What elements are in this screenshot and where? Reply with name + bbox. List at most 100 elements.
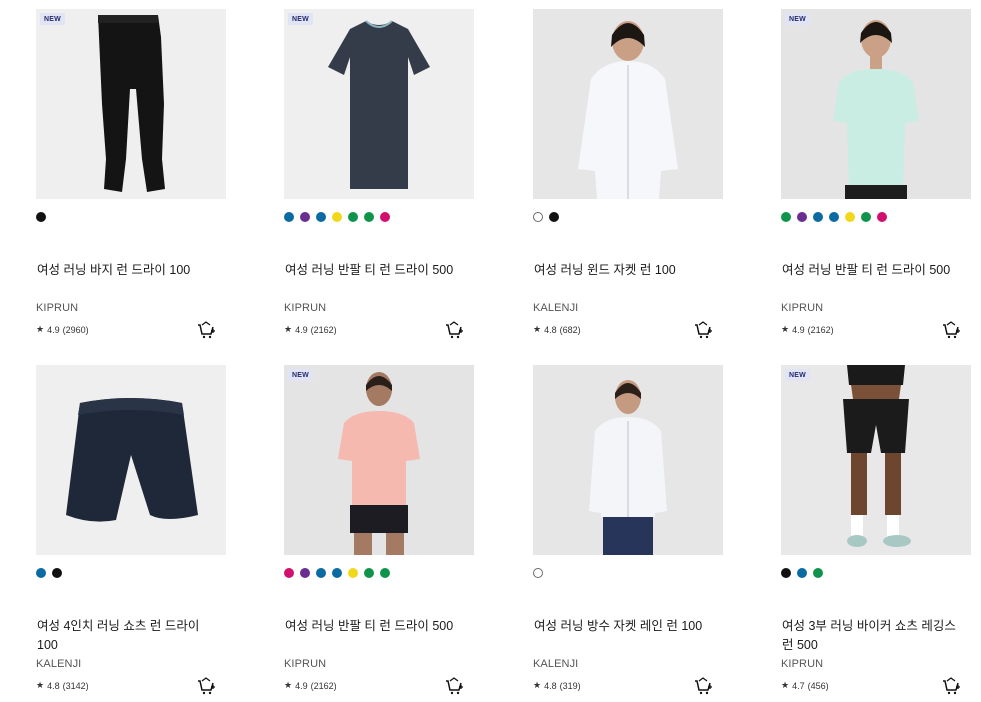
color-swatches: [36, 568, 62, 580]
rating-value: 4.9: [295, 680, 308, 691]
product-image[interactable]: [533, 365, 723, 555]
product-card[interactable]: NEW 여성 3부 러닝 바이커 쇼츠 레깅스 런 500 KIPRUN ★ 4…: [781, 365, 981, 702]
rating-value: 4.9: [47, 324, 60, 335]
review-count: (2162): [310, 680, 337, 691]
review-count: (319): [559, 680, 581, 691]
color-swatch[interactable]: [348, 212, 358, 222]
product-brand: KIPRUN: [781, 302, 824, 314]
color-swatch[interactable]: [829, 212, 839, 222]
product-title[interactable]: 여성 러닝 반팔 티 런 드라이 500: [782, 261, 966, 280]
product-rating: ★ 4.9 (2162): [284, 680, 337, 691]
color-swatches: [781, 212, 887, 224]
add-to-cart-button[interactable]: [941, 320, 961, 340]
product-brand: KIPRUN: [284, 658, 327, 670]
add-to-cart-button[interactable]: [196, 320, 216, 340]
color-swatches: [36, 212, 46, 224]
color-swatch[interactable]: [797, 212, 807, 222]
product-rating: ★ 4.9 (2162): [284, 324, 337, 335]
color-swatch[interactable]: [316, 212, 326, 222]
running-shorts-image: [36, 365, 226, 555]
product-image[interactable]: NEW: [36, 9, 226, 199]
product-card[interactable]: 여성 4인치 러닝 쇼츠 런 드라이 100 KALENJI ★ 4.8 (31…: [36, 365, 236, 702]
color-swatches: [533, 568, 543, 580]
product-card[interactable]: NEW 여성 러닝 반팔 티 런 드라이 500 KIPRUN ★ 4.9 (2…: [284, 365, 484, 702]
color-swatch[interactable]: [36, 212, 46, 222]
product-title[interactable]: 여성 3부 러닝 바이커 쇼츠 레깅스 런 500: [782, 617, 966, 655]
color-swatch[interactable]: [533, 212, 543, 222]
product-image[interactable]: NEW: [284, 9, 474, 199]
product-card[interactable]: 여성 러닝 방수 자켓 레인 런 100 KALENJI ★ 4.8 (319): [533, 365, 733, 702]
color-swatch[interactable]: [877, 212, 887, 222]
add-to-cart-icon: [695, 321, 712, 339]
product-rating: ★ 4.8 (3142): [36, 680, 89, 691]
color-swatch[interactable]: [781, 568, 791, 578]
product-title[interactable]: 여성 러닝 바지 런 드라이 100: [37, 261, 221, 280]
product-card[interactable]: 여성 러닝 윈드 자켓 런 100 KALENJI ★ 4.8 (682): [533, 9, 733, 359]
color-swatch[interactable]: [380, 212, 390, 222]
color-swatches: [533, 212, 559, 224]
add-to-cart-button[interactable]: [693, 320, 713, 340]
color-swatch[interactable]: [300, 212, 310, 222]
color-swatch[interactable]: [300, 568, 310, 578]
product-card[interactable]: NEW 여성 러닝 반팔 티 런 드라이 500 KIPRUN ★ 4.9 (2…: [284, 9, 484, 359]
color-swatch[interactable]: [797, 568, 807, 578]
add-to-cart-button[interactable]: [693, 676, 713, 696]
product-brand: KALENJI: [36, 658, 82, 670]
add-to-cart-button[interactable]: [444, 320, 464, 340]
new-badge: NEW: [785, 369, 810, 381]
color-swatch[interactable]: [845, 212, 855, 222]
star-icon: ★: [533, 324, 542, 334]
color-swatch[interactable]: [316, 568, 326, 578]
color-swatch[interactable]: [284, 212, 294, 222]
add-to-cart-icon: [943, 321, 960, 339]
color-swatch[interactable]: [52, 568, 62, 578]
product-title[interactable]: 여성 러닝 반팔 티 런 드라이 500: [285, 261, 469, 280]
new-badge: NEW: [785, 13, 810, 25]
product-rating: ★ 4.8 (682): [533, 324, 581, 335]
color-swatches: [284, 212, 390, 224]
add-to-cart-button[interactable]: [941, 676, 961, 696]
product-title[interactable]: 여성 러닝 윈드 자켓 런 100: [534, 261, 718, 280]
color-swatch[interactable]: [533, 568, 543, 578]
biker-shorts-model-image: [781, 365, 971, 555]
star-icon: ★: [284, 324, 293, 334]
review-count: (682): [559, 324, 581, 335]
product-image[interactable]: NEW: [781, 9, 971, 199]
review-count: (2162): [807, 324, 834, 335]
color-swatch[interactable]: [813, 568, 823, 578]
product-brand: KIPRUN: [284, 302, 327, 314]
color-swatch[interactable]: [348, 568, 358, 578]
color-swatch[interactable]: [284, 568, 294, 578]
color-swatch[interactable]: [36, 568, 46, 578]
star-icon: ★: [36, 324, 45, 334]
color-swatch[interactable]: [380, 568, 390, 578]
color-swatch[interactable]: [364, 212, 374, 222]
color-swatch[interactable]: [549, 212, 559, 222]
product-card[interactable]: NEW 여성 러닝 반팔 티 런 드라이 500 KIPRUN ★ 4.9 (2…: [781, 9, 981, 359]
color-swatch[interactable]: [332, 212, 342, 222]
running-pants-image: [36, 9, 226, 199]
star-icon: ★: [284, 680, 293, 690]
star-icon: ★: [781, 324, 790, 334]
product-image[interactable]: [533, 9, 723, 199]
product-title[interactable]: 여성 4인치 러닝 쇼츠 런 드라이 100: [37, 617, 221, 655]
product-image[interactable]: NEW: [284, 365, 474, 555]
product-image[interactable]: NEW: [781, 365, 971, 555]
color-swatch[interactable]: [332, 568, 342, 578]
color-swatch[interactable]: [364, 568, 374, 578]
product-image[interactable]: [36, 365, 226, 555]
product-title[interactable]: 여성 러닝 반팔 티 런 드라이 500: [285, 617, 469, 636]
product-title[interactable]: 여성 러닝 방수 자켓 레인 런 100: [534, 617, 718, 636]
star-icon: ★: [533, 680, 542, 690]
star-icon: ★: [36, 680, 45, 690]
review-count: (2162): [310, 324, 337, 335]
product-card[interactable]: NEW 여성 러닝 바지 런 드라이 100 KIPRUN ★ 4.9 (296…: [36, 9, 236, 359]
color-swatch[interactable]: [781, 212, 791, 222]
new-badge: NEW: [40, 13, 65, 25]
color-swatch[interactable]: [813, 212, 823, 222]
color-swatch[interactable]: [861, 212, 871, 222]
add-to-cart-button[interactable]: [444, 676, 464, 696]
add-to-cart-button[interactable]: [196, 676, 216, 696]
review-count: (3142): [62, 680, 89, 691]
product-brand: KALENJI: [533, 658, 579, 670]
